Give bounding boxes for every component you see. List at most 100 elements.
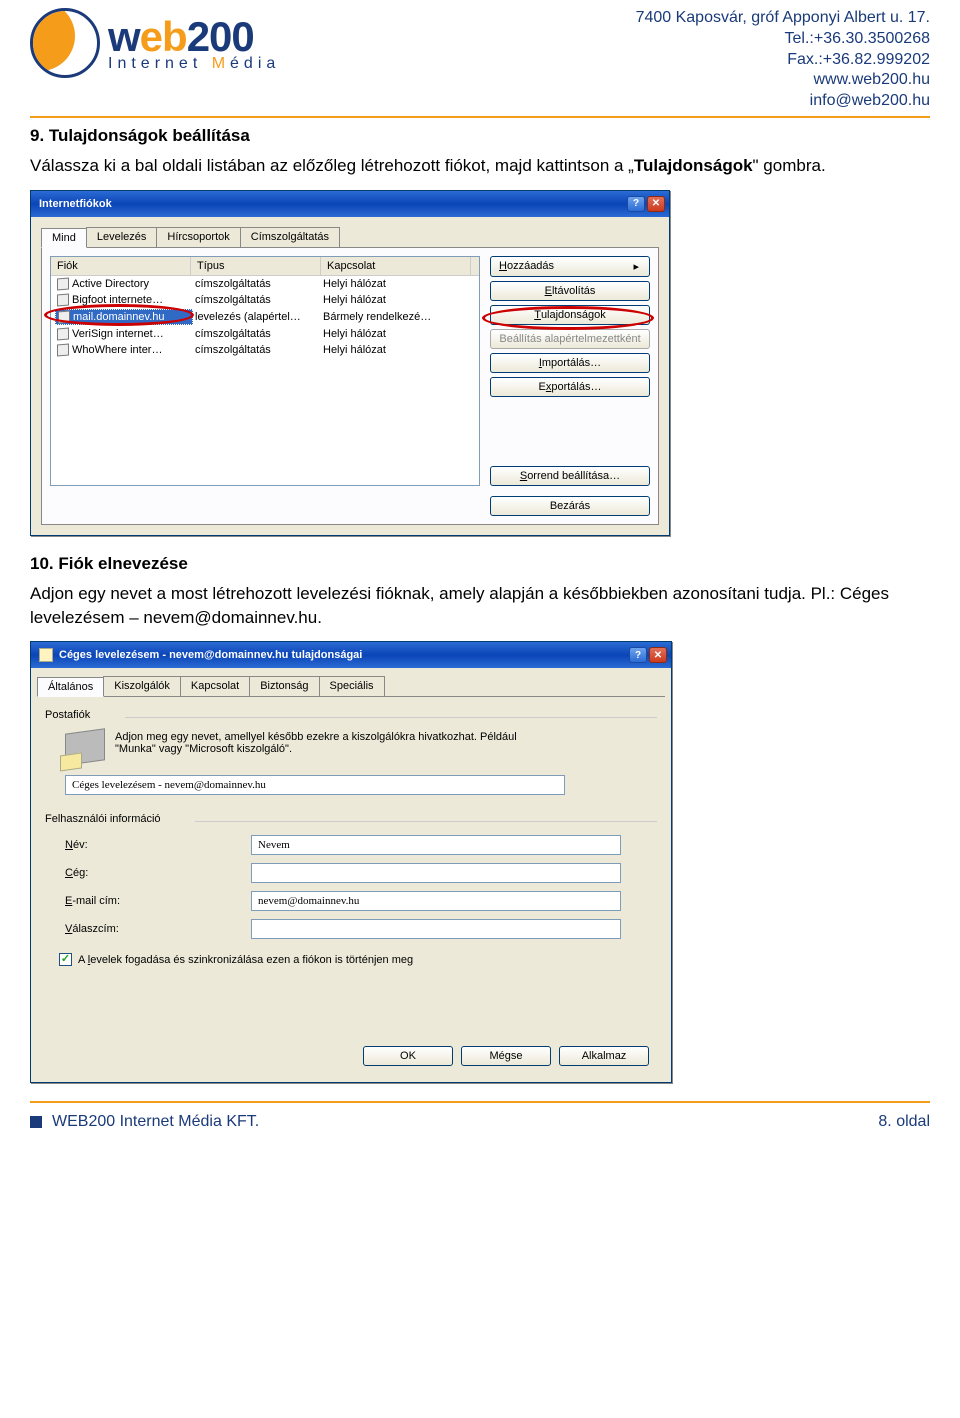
close-button[interactable]: ✕ (647, 196, 665, 212)
account-name-input[interactable] (65, 775, 565, 795)
dialog1-title: Internetfiókok (39, 198, 112, 210)
row1-c3: Helyi hálózat (321, 293, 475, 307)
group-userinfo: Felhasználói információ (45, 813, 657, 825)
dialog-internet-accounts: Internetfiókok ? ✕ Mind Levelezés Hírcso… (30, 190, 670, 536)
email-input[interactable] (251, 891, 621, 911)
dialog1-titlebar[interactable]: Internetfiókok ? ✕ (31, 191, 669, 217)
section9-text: Válassza ki a bal oldali listában az elő… (30, 154, 930, 178)
label-company: Cég: (65, 867, 245, 879)
tab-security[interactable]: Biztonság (249, 676, 319, 696)
remove-button[interactable]: Eltávolítás (490, 281, 650, 301)
tab-directory[interactable]: Címszolgáltatás (240, 227, 340, 247)
dialog2-tabs: Általános Kiszolgálók Kapcsolat Biztonsá… (37, 676, 665, 697)
close-button[interactable]: ✕ (649, 647, 667, 663)
envelope-icon (65, 729, 105, 767)
section9-heading: 9. Tulajdonságok beállítása (30, 126, 930, 146)
checkbox-icon[interactable]: ✓ (59, 953, 72, 966)
mail-account-icon (39, 648, 53, 662)
dialog-account-properties: Céges levelezésem - nevem@domainnev.hu t… (30, 641, 672, 1083)
page-header: web200 Internet Média 7400 Kaposvár, gró… (0, 0, 960, 116)
cancel-button[interactable]: Mégse (461, 1046, 551, 1066)
directory-icon (57, 293, 69, 306)
list-row[interactable]: Active Directory címszolgáltatás Helyi h… (51, 276, 479, 292)
export-button[interactable]: Exportálás… (490, 377, 650, 397)
accounts-list[interactable]: Fiók Típus Kapcsolat Active Directory cí… (50, 256, 480, 486)
logo-icon (30, 8, 100, 78)
tab-advanced[interactable]: Speciális (319, 676, 385, 696)
row3-c2: címszolgáltatás (193, 327, 321, 341)
ok-button[interactable]: OK (363, 1046, 453, 1066)
add-button[interactable]: Hozzáadás▸ (490, 256, 650, 277)
company-input[interactable] (251, 863, 621, 883)
row0-c3: Helyi hálózat (321, 277, 475, 291)
row2-c3: Bármely rendelkezé… (321, 310, 475, 324)
contact-email: info@web200.hu (636, 91, 930, 112)
contact-web: www.web200.hu (636, 70, 930, 91)
row0-c2: címszolgáltatás (193, 277, 321, 291)
group-mailbox: Postafiók (45, 709, 657, 721)
logo-block: web200 Internet Média (30, 8, 280, 78)
section9-text-bold: Tulajdonságok (634, 156, 753, 175)
dialog1-tabs: Mind Levelezés Hírcsoportok Címszolgálta… (41, 227, 659, 248)
directory-icon (57, 343, 69, 356)
list-row[interactable]: WhoWhere inter… címszolgáltatás Helyi há… (51, 342, 479, 358)
list-row-selected[interactable]: mail.domainnev.hu levelezés (alapértel… … (51, 308, 479, 326)
directory-icon (57, 327, 69, 340)
list-row[interactable]: VeriSign internet… címszolgáltatás Helyi… (51, 326, 479, 342)
import-button[interactable]: Importálás… (490, 353, 650, 373)
apply-button[interactable]: Alkalmaz (559, 1046, 649, 1066)
page-footer: WEB200 Internet Média KFT. 8. oldal (30, 1101, 930, 1151)
arrow-right-icon: ▸ (633, 260, 639, 273)
group-userinfo-label: Felhasználói információ (45, 813, 161, 825)
row1-c2: címszolgáltatás (193, 293, 321, 307)
contact-fax: Fax.:+36.82.999202 (636, 50, 930, 71)
row3-c1: VeriSign internet… (72, 328, 164, 340)
checkbox-label: A levelek fogadása és szinkronizálása ez… (78, 954, 413, 966)
tab-all[interactable]: Mind (41, 228, 87, 248)
logo-text: web200 (108, 13, 280, 61)
footer-page-number: 8. oldal (878, 1113, 930, 1131)
group-mailbox-label: Postafiók (45, 709, 90, 721)
tab-general[interactable]: Általános (37, 677, 104, 697)
contact-info: 7400 Kaposvár, gróf Apponyi Albert u. 17… (636, 8, 930, 112)
tab-mail[interactable]: Levelezés (86, 227, 158, 247)
logo-subtitle: Internet Média (108, 55, 280, 73)
footer-bullet-icon (30, 1116, 42, 1128)
tab-servers[interactable]: Kiszolgálók (103, 676, 181, 696)
properties-button[interactable]: Tulajdonságok (490, 305, 650, 325)
set-order-button[interactable]: Sorrend beállítása… (490, 466, 650, 486)
section9-text-post: " gombra. (753, 156, 826, 175)
col-connection[interactable]: Kapcsolat (321, 257, 471, 275)
row4-c3: Helyi hálózat (321, 343, 475, 357)
section9-text-pre: Válassza ki a bal oldali listában az elő… (30, 156, 634, 175)
section10-text: Adjon egy nevet a most létrehozott level… (30, 582, 930, 630)
row1-c1: Bigfoot internete… (72, 294, 163, 306)
label-name: Név: (65, 839, 245, 851)
mailbox-hint: Adjon meg egy nevet, amellyel később eze… (115, 731, 535, 755)
contact-tel: Tel.:+36.30.3500268 (636, 29, 930, 50)
label-email: E-mail cím: (65, 895, 245, 907)
tab-connection[interactable]: Kapcsolat (180, 676, 250, 696)
dialog2-titlebar[interactable]: Céges levelezésem - nevem@domainnev.hu t… (31, 642, 671, 668)
reply-input[interactable] (251, 919, 621, 939)
help-button[interactable]: ? (627, 196, 645, 212)
row3-c3: Helyi hálózat (321, 327, 475, 341)
contact-address: 7400 Kaposvár, gróf Apponyi Albert u. 17… (636, 8, 930, 29)
default-button: Beállítás alapértelmezettként (490, 329, 650, 349)
footer-company: WEB200 Internet Média KFT. (52, 1113, 259, 1131)
tab-news[interactable]: Hírcsoportok (156, 227, 240, 247)
list-row[interactable]: Bigfoot internete… címszolgáltatás Helyi… (51, 292, 479, 308)
row4-c1: WhoWhere inter… (72, 344, 162, 356)
close-dialog-button[interactable]: Bezárás (490, 496, 650, 516)
receive-sync-checkbox-row[interactable]: ✓ A levelek fogadása és szinkronizálása … (59, 953, 657, 966)
row0-c1: Active Directory (72, 278, 149, 290)
section10-heading: 10. Fiók elnevezése (30, 554, 930, 574)
row2-c1: mail.domainnev.hu (73, 311, 165, 323)
col-type[interactable]: Típus (191, 257, 321, 275)
mail-icon (58, 310, 70, 323)
col-account[interactable]: Fiók (51, 257, 191, 275)
name-input[interactable] (251, 835, 621, 855)
dialog2-title: Céges levelezésem - nevem@domainnev.hu t… (59, 649, 362, 661)
directory-icon (57, 277, 69, 290)
help-button[interactable]: ? (629, 647, 647, 663)
